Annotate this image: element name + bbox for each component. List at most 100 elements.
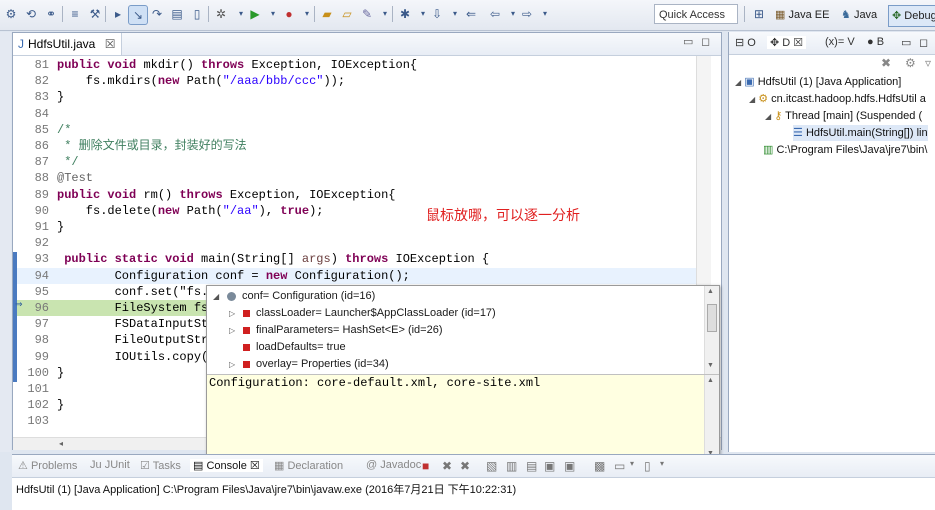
chevron-down-icon[interactable]: ▾ <box>660 459 664 468</box>
back-icon[interactable]: ⇐ <box>462 5 480 23</box>
code-line[interactable]: 84 <box>13 106 703 122</box>
code-line[interactable]: 88 @Test <box>13 170 703 186</box>
maximize-icon[interactable]: ◻ <box>701 35 710 48</box>
line-number: 103 <box>27 414 49 429</box>
open-type-icon[interactable]: ▰ <box>318 5 336 23</box>
popup-tree-scrollbar[interactable]: ▲ ▼ <box>704 286 719 374</box>
maximize-icon[interactable]: ◻ <box>919 36 928 49</box>
collapse-icon[interactable]: ⚙ <box>905 56 916 70</box>
step-return-icon[interactable]: ▯ <box>188 5 206 23</box>
tab-outline[interactable]: ⊟ O <box>735 36 756 49</box>
gear-icon[interactable]: ✲ <box>212 5 230 23</box>
link-icon[interactable]: ⚭ <box>42 5 60 23</box>
pin-console-icon[interactable]: ▩ <box>594 459 605 473</box>
scrollbar-thumb[interactable] <box>707 304 717 332</box>
minimize-icon[interactable]: ▭ <box>901 36 911 49</box>
minimize-icon[interactable]: ▭ <box>683 35 693 48</box>
back-history-icon[interactable]: ⇦ <box>486 5 504 23</box>
tree-item-process[interactable]: ▥ C:\Program Files\Java\jre7\bin\ <box>763 142 927 158</box>
remove-launch-icon[interactable]: ✖ <box>442 459 452 473</box>
menu-icon[interactable]: ≡ <box>66 5 84 23</box>
close-icon[interactable]: ☒ <box>793 37 803 49</box>
word-wrap-icon[interactable]: ▤ <box>526 459 537 473</box>
expand-toggle-icon[interactable]: ▷ <box>229 305 241 322</box>
line-number: 89 <box>34 187 49 202</box>
quick-access-input[interactable]: Quick Access <box>654 4 738 24</box>
close-icon[interactable]: ☒ <box>250 460 260 472</box>
variable-field[interactable]: ▷ finalParameters= HashSet<E> (id=26) <box>229 322 443 339</box>
scroll-down-icon[interactable]: ▼ <box>707 362 714 369</box>
perspective-java-ee[interactable]: ▦ Java EE <box>772 5 832 25</box>
scroll-up-icon[interactable]: ▲ <box>707 288 714 295</box>
chevron-down-icon[interactable]: ▾ <box>536 5 554 23</box>
scroll-up-icon[interactable]: ▲ <box>707 377 714 384</box>
clear-console-icon[interactable]: ▧ <box>486 459 497 473</box>
chevron-down-icon[interactable]: ▾ <box>630 459 634 468</box>
code-line[interactable]: 81 public void mkdir() throws Exception, … <box>13 57 703 73</box>
step-into-icon[interactable]: ↘ <box>128 5 148 25</box>
remove-all-icon[interactable]: ✖ <box>460 459 470 473</box>
tab-variables[interactable]: (x)= V <box>825 36 855 48</box>
scroll-left-icon[interactable]: ◂ <box>59 439 63 448</box>
close-icon[interactable]: ☒ <box>105 37 116 51</box>
code-line[interactable]: 94 Configuration conf = new Configuratio… <box>13 267 703 284</box>
pen-icon[interactable]: ✎ <box>358 5 376 23</box>
code-line[interactable]: 89 public void rm() throws Exception, IOE… <box>13 187 703 203</box>
terminate-icon[interactable]: ▤ <box>168 5 186 23</box>
display-console-icon[interactable]: ▭ <box>614 459 625 473</box>
code-line[interactable]: 92 <box>13 235 703 251</box>
scroll-lock-icon[interactable]: ▥ <box>506 459 517 473</box>
terminate-icon[interactable]: ■ <box>422 459 429 473</box>
view-menu-icon[interactable]: ▿ <box>925 56 931 70</box>
tab-junit[interactable]: Ju JUnit <box>90 459 130 471</box>
show-on-output-icon[interactable]: ▣ <box>544 459 555 473</box>
expand-toggle-icon[interactable]: ◢ <box>213 288 225 305</box>
remove-terminated-icon[interactable]: ✖ <box>881 56 891 70</box>
open-folder-icon[interactable]: ▱ <box>338 5 356 23</box>
variable-field[interactable]: ▷ overlay= Properties (id=34) <box>229 356 389 373</box>
expand-toggle-icon[interactable]: ▷ <box>229 356 241 373</box>
code-line[interactable]: 91} <box>13 219 703 235</box>
tab-problems[interactable]: ⚠ Problems <box>18 459 77 472</box>
tab-declaration[interactable]: ▦ Declaration <box>274 459 343 472</box>
tree-item-target[interactable]: ◢ ⚙ cn.itcast.hadoop.hdfs.HdfsUtil a <box>749 91 926 108</box>
perspective-debug[interactable]: ✥ Debug <box>888 5 935 27</box>
variable-tree[interactable]: ◢ conf= Configuration (id=16) ▷ classLoader… <box>207 286 719 375</box>
code-line[interactable]: 90 fs.delete(new Path("/aa"), true); <box>13 203 703 219</box>
tree-item-launch[interactable]: ◢ ▣ HdfsUtil (1) [Java Application] <box>735 74 901 91</box>
debug-icon[interactable]: ● <box>280 5 298 23</box>
tab-debug[interactable]: ✥ D ☒ <box>767 36 807 49</box>
variable-field[interactable]: loadDefaults= true <box>229 339 346 356</box>
popup-detail-scrollbar[interactable]: ▲ ▼ <box>704 375 719 462</box>
refresh-icon[interactable]: ⟲ <box>22 5 40 23</box>
tab-console[interactable]: ▤ Console ☒ <box>190 459 263 472</box>
code-line[interactable]: 85 /* <box>13 122 703 138</box>
console-tabs: ⚠ Problems Ju JUnit ☑ Tasks ▤ Console ☒ … <box>12 455 935 478</box>
code-line[interactable]: 87 */ <box>13 154 703 170</box>
tab-javadoc[interactable]: @ Javadoc <box>366 459 421 471</box>
tree-item-stack-frame[interactable]: ☰ HdfsUtil.main(String[]) lin <box>793 125 928 141</box>
next-annotation-icon[interactable]: ⇩ <box>428 5 446 23</box>
resume-icon[interactable]: ▸ <box>109 5 127 23</box>
variable-field[interactable]: ▷ classLoader= Launcher$AppClassLoader (i… <box>229 305 496 322</box>
tree-item-thread[interactable]: ◢ ⚷ Thread [main] (Suspended ( <box>765 108 922 125</box>
annotation-icon[interactable]: ✱ <box>396 5 414 23</box>
expand-toggle-icon[interactable]: ▷ <box>229 322 241 339</box>
step-over-icon[interactable]: ↷ <box>148 5 166 23</box>
editor-tab-hdfsutil[interactable]: J HdfsUtil.java ☒ <box>13 33 122 55</box>
tab-breakpoints[interactable]: ● B <box>867 36 884 48</box>
run-icon[interactable]: ▶ <box>246 5 264 23</box>
code-line[interactable]: 86 * 删除文件或目录，封装好的写法 <box>13 138 703 154</box>
code-line[interactable]: 83} <box>13 89 703 105</box>
code-line[interactable]: 93 public static void main(String[] args… <box>13 251 703 267</box>
code-line[interactable]: 82 fs.mkdirs(new Path("/aaa/bbb/ccc")); <box>13 73 703 89</box>
perspective-java[interactable]: ♞ Java <box>838 5 880 25</box>
open-perspective-icon[interactable]: ⊞ <box>750 5 768 23</box>
open-console-icon[interactable]: ▯ <box>644 459 651 473</box>
tab-tasks[interactable]: ☑ Tasks <box>140 459 181 472</box>
show-on-error-icon[interactable]: ▣ <box>564 459 575 473</box>
variable-root[interactable]: ◢ conf= Configuration (id=16) <box>213 288 375 305</box>
skip-breakpoints-icon[interactable]: ⚙ <box>2 5 20 23</box>
debug-config-icon[interactable]: ⚒ <box>86 5 104 23</box>
forward-icon[interactable]: ⇨ <box>518 5 536 23</box>
